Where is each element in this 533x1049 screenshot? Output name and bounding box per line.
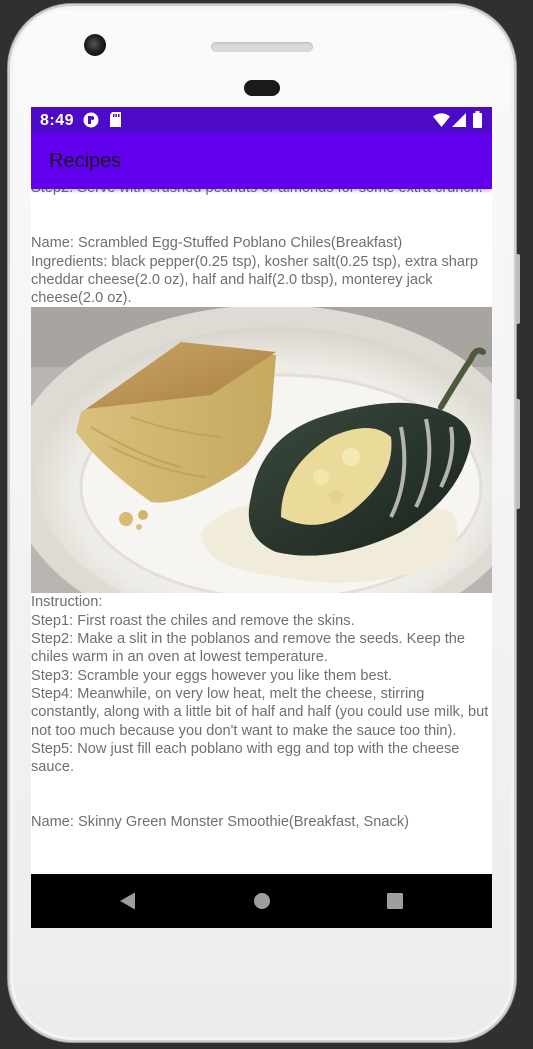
instruction-step-3: Step3: Scramble your eggs however you li… (31, 667, 392, 684)
volume-button (516, 399, 520, 509)
notification-app-icon (83, 112, 99, 133)
instruction-heading: Instruction: (31, 594, 103, 611)
recipe-separator (31, 197, 492, 234)
recipe-scroll-content: Step2: Serve with crushed peanuts or alm… (31, 189, 492, 832)
app-title: Recipes (49, 150, 122, 172)
screen: 8:49 Recipes Name: Scrambled Egg-Stuffed… (31, 107, 492, 928)
back-icon[interactable] (118, 891, 138, 911)
battery-icon (473, 111, 482, 133)
recipe-ingredients: Ingredients: black pepper(0.25 tsp), kos… (31, 253, 483, 307)
power-button (516, 254, 520, 324)
navigation-bar (31, 874, 492, 928)
instruction-step-4: Step4: Meanwhile, on very low heat, melt… (31, 685, 492, 739)
instruction-step-5: Step5: Now just fill each poblano with e… (31, 740, 464, 776)
sd-card-icon (109, 112, 122, 133)
next-recipe-name: Name: Skinny Green Monster Smoothie(Brea… (31, 814, 409, 831)
recents-icon[interactable] (385, 891, 405, 911)
recipe-list[interactable]: Step2: Serve with crushed peanuts or alm… (31, 189, 492, 874)
earpiece-speaker (211, 42, 313, 52)
proximity-sensor (244, 80, 280, 96)
app-bar: Recipes (31, 133, 492, 189)
instruction-step-1: Step1: First roast the chiles and remove… (31, 612, 355, 629)
recipe-image (31, 307, 492, 594)
front-camera (84, 34, 106, 56)
status-time: 8:49 (40, 112, 75, 129)
status-bar: 8:49 (31, 107, 492, 133)
recipe-separator (31, 776, 492, 813)
previous-recipe-last-step: Step2: Serve with crushed peanuts or alm… (31, 189, 492, 197)
recipe-name: Name: Scrambled Egg-Stuffed Poblano Chil… (31, 235, 403, 252)
home-icon[interactable] (252, 891, 272, 911)
instruction-step-2: Step2: Make a slit in the poblanos and r… (31, 631, 470, 666)
wifi-icon (433, 113, 450, 132)
signal-icon (452, 113, 466, 132)
